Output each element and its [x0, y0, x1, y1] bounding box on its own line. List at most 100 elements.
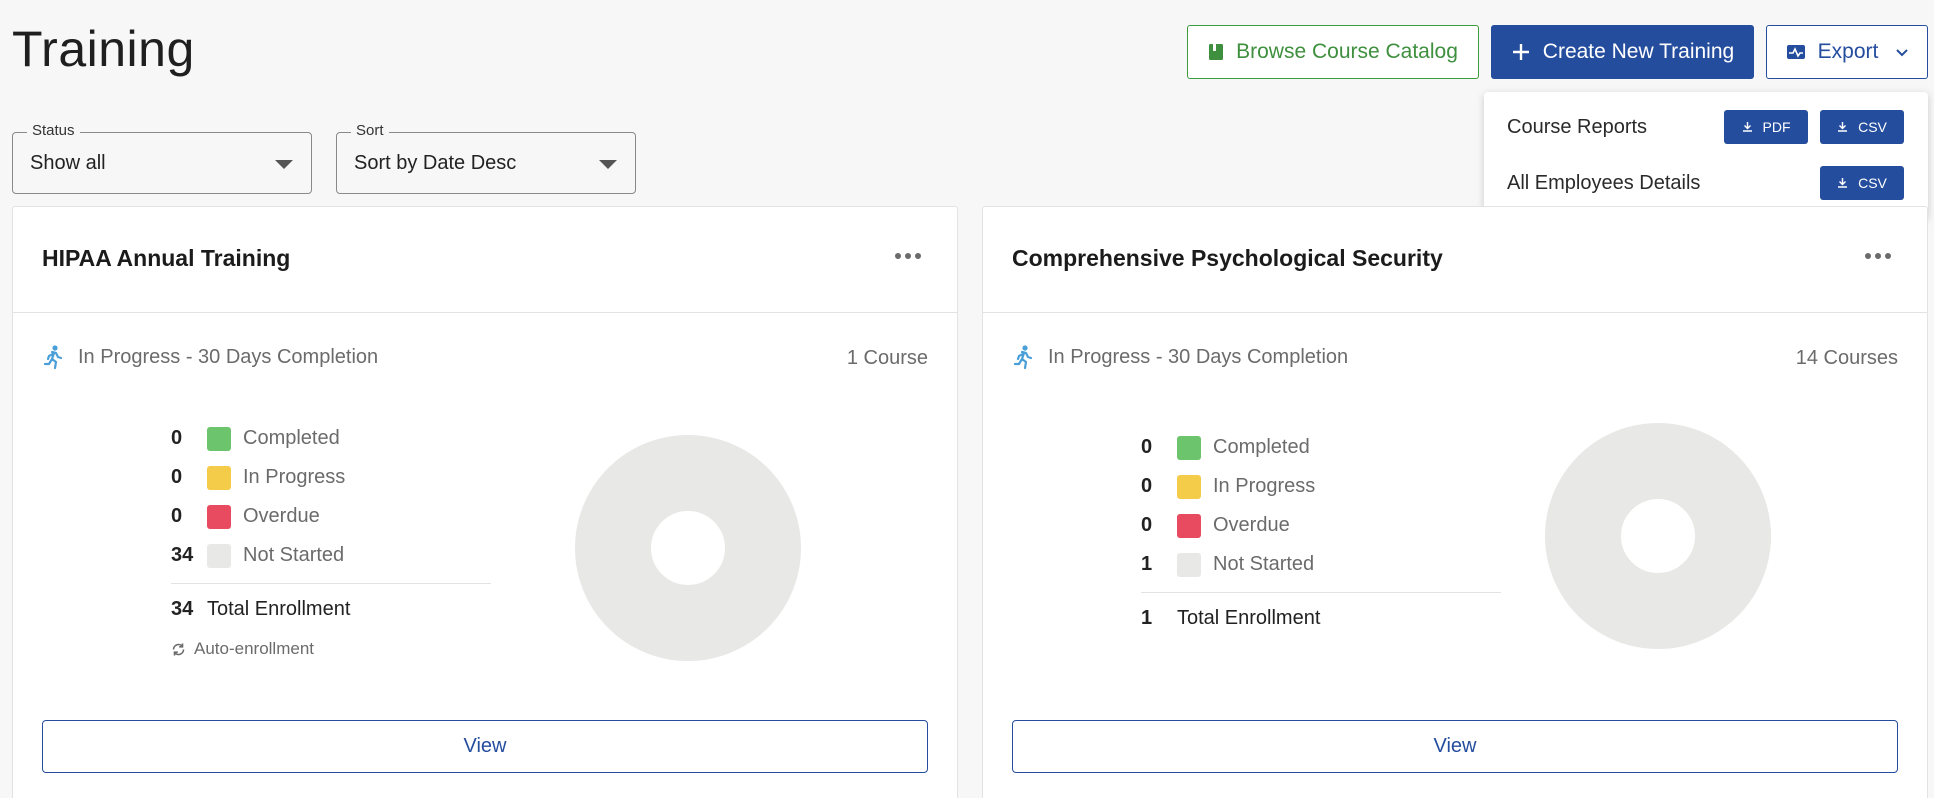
status-select-value: Show all [30, 152, 106, 174]
enrollment-legend: 0 Completed 0 In Progress 0 Overdue 1 No… [1141, 428, 1501, 630]
course-reports-csv-button[interactable]: CSV [1820, 110, 1904, 144]
total-enrollment-count: 1 [1141, 607, 1153, 629]
pdf-label: PDF [1762, 119, 1791, 135]
status-select-legend: Status [27, 122, 80, 139]
completed-label: Completed [1213, 436, 1310, 458]
total-enrollment-count: 34 [171, 598, 194, 620]
page-title: Training [12, 21, 195, 77]
csv-label: CSV [1858, 175, 1887, 191]
enrollment-donut-chart [1545, 423, 1771, 649]
not-started-label: Not Started [1213, 553, 1315, 575]
overdue-count: 0 [1141, 514, 1153, 536]
download-icon [1742, 119, 1753, 135]
create-new-training-label: Create New Training [1542, 40, 1735, 63]
chevron-down-icon [1896, 44, 1909, 60]
completed-count: 0 [171, 427, 183, 449]
plus-icon [1511, 42, 1531, 62]
menu-item-course-reports: Course Reports PDF CSV [1484, 108, 1928, 148]
legend-row-not-started: 1 Not Started [1141, 545, 1501, 584]
total-enrollment-label: Total Enrollment [207, 598, 351, 620]
legend-row-completed: 0 Completed [171, 419, 491, 458]
report-icon [1786, 43, 1806, 61]
not-started-label: Not Started [243, 544, 345, 566]
divider [171, 583, 491, 584]
legend-row-overdue: 0 Overdue [1141, 506, 1501, 545]
view-button-label: View [463, 735, 507, 757]
in-progress-swatch [207, 465, 231, 490]
in-progress-label: In Progress [243, 466, 346, 488]
training-status-label: In Progress - 30 Days Completion [1048, 345, 1349, 368]
overdue-count: 0 [171, 505, 183, 527]
more-options-icon[interactable] [895, 253, 921, 259]
completed-label: Completed [243, 427, 340, 449]
enrollment-legend: 0 Completed 0 In Progress 0 Overdue 34 N… [171, 419, 491, 659]
completed-swatch [207, 426, 231, 451]
course-count: 1 Course [846, 347, 928, 369]
create-new-training-button[interactable]: Create New Training [1491, 25, 1754, 79]
overdue-label: Overdue [1213, 514, 1290, 536]
all-employees-csv-button[interactable]: CSV [1820, 166, 1904, 200]
export-menu: Course Reports PDF CSV All Employees Det… [1484, 92, 1928, 218]
training-status: In Progress - 30 Days Completion [42, 345, 378, 369]
training-card: Comprehensive Psychological Security In … [982, 206, 1928, 798]
legend-row-overdue: 0 Overdue [171, 497, 491, 536]
training-card: HIPAA Annual Training In Progress - 30 D… [12, 206, 958, 798]
not-started-swatch [1177, 552, 1201, 577]
in-progress-label: In Progress [1213, 475, 1316, 497]
card-header: HIPAA Annual Training [13, 207, 957, 313]
enrollment-donut-chart [575, 435, 801, 661]
menu-item-all-employees: All Employees Details CSV [1484, 164, 1928, 204]
in-progress-swatch [1177, 474, 1201, 499]
not-started-swatch [207, 543, 231, 568]
running-person-icon [1012, 345, 1034, 369]
sort-select-value: Sort by Date Desc [354, 152, 517, 174]
book-icon [1208, 43, 1224, 61]
overdue-swatch [1177, 513, 1201, 538]
card-header: Comprehensive Psychological Security [983, 207, 1927, 313]
browse-course-catalog-label: Browse Course Catalog [1236, 40, 1458, 63]
dropdown-arrow-icon [599, 160, 617, 169]
course-reports-pdf-button[interactable]: PDF [1724, 110, 1808, 144]
total-enrollment-label: Total Enrollment [1177, 607, 1321, 629]
training-page: Training Browse Course Catalog Create Ne… [0, 0, 1934, 798]
overdue-swatch [207, 504, 231, 529]
course-count: 14 Courses [1795, 347, 1898, 369]
view-button-label: View [1433, 735, 1477, 757]
download-icon [1837, 175, 1848, 191]
download-icon [1837, 119, 1848, 135]
auto-enrollment-indicator: Auto-enrollment [171, 639, 491, 659]
legend-row-in-progress: 0 In Progress [1141, 467, 1501, 506]
course-reports-label: Course Reports [1507, 116, 1648, 138]
view-button[interactable]: View [42, 720, 928, 773]
legend-row-completed: 0 Completed [1141, 428, 1501, 467]
training-status-label: In Progress - 30 Days Completion [78, 345, 379, 368]
auto-enrollment-label: Auto-enrollment [194, 639, 315, 658]
sort-select-legend: Sort [351, 122, 389, 139]
total-enrollment-row: 34 Total Enrollment [171, 598, 491, 621]
legend-row-not-started: 34 Not Started [171, 536, 491, 575]
total-enrollment-row: 1 Total Enrollment [1141, 607, 1501, 630]
sync-icon [171, 642, 186, 657]
legend-row-in-progress: 0 In Progress [171, 458, 491, 497]
overdue-label: Overdue [243, 505, 320, 527]
running-person-icon [42, 345, 64, 369]
dropdown-arrow-icon [275, 160, 293, 169]
completed-swatch [1177, 435, 1201, 460]
in-progress-count: 0 [171, 466, 183, 488]
not-started-count: 1 [1141, 553, 1153, 575]
divider [1141, 592, 1501, 593]
sort-select[interactable]: Sort Sort by Date Desc [336, 122, 636, 194]
not-started-count: 34 [171, 544, 194, 566]
status-select[interactable]: Status Show all [12, 122, 312, 194]
export-label: Export [1817, 40, 1879, 63]
card-title: Comprehensive Psychological Security [1012, 245, 1443, 271]
export-button[interactable]: Export [1766, 25, 1928, 79]
csv-label: CSV [1858, 119, 1887, 135]
browse-course-catalog-button[interactable]: Browse Course Catalog [1187, 25, 1479, 79]
card-title: HIPAA Annual Training [42, 245, 291, 271]
completed-count: 0 [1141, 436, 1153, 458]
view-button[interactable]: View [1012, 720, 1898, 773]
training-status: In Progress - 30 Days Completion [1012, 345, 1348, 369]
more-options-icon[interactable] [1865, 253, 1891, 259]
in-progress-count: 0 [1141, 475, 1153, 497]
